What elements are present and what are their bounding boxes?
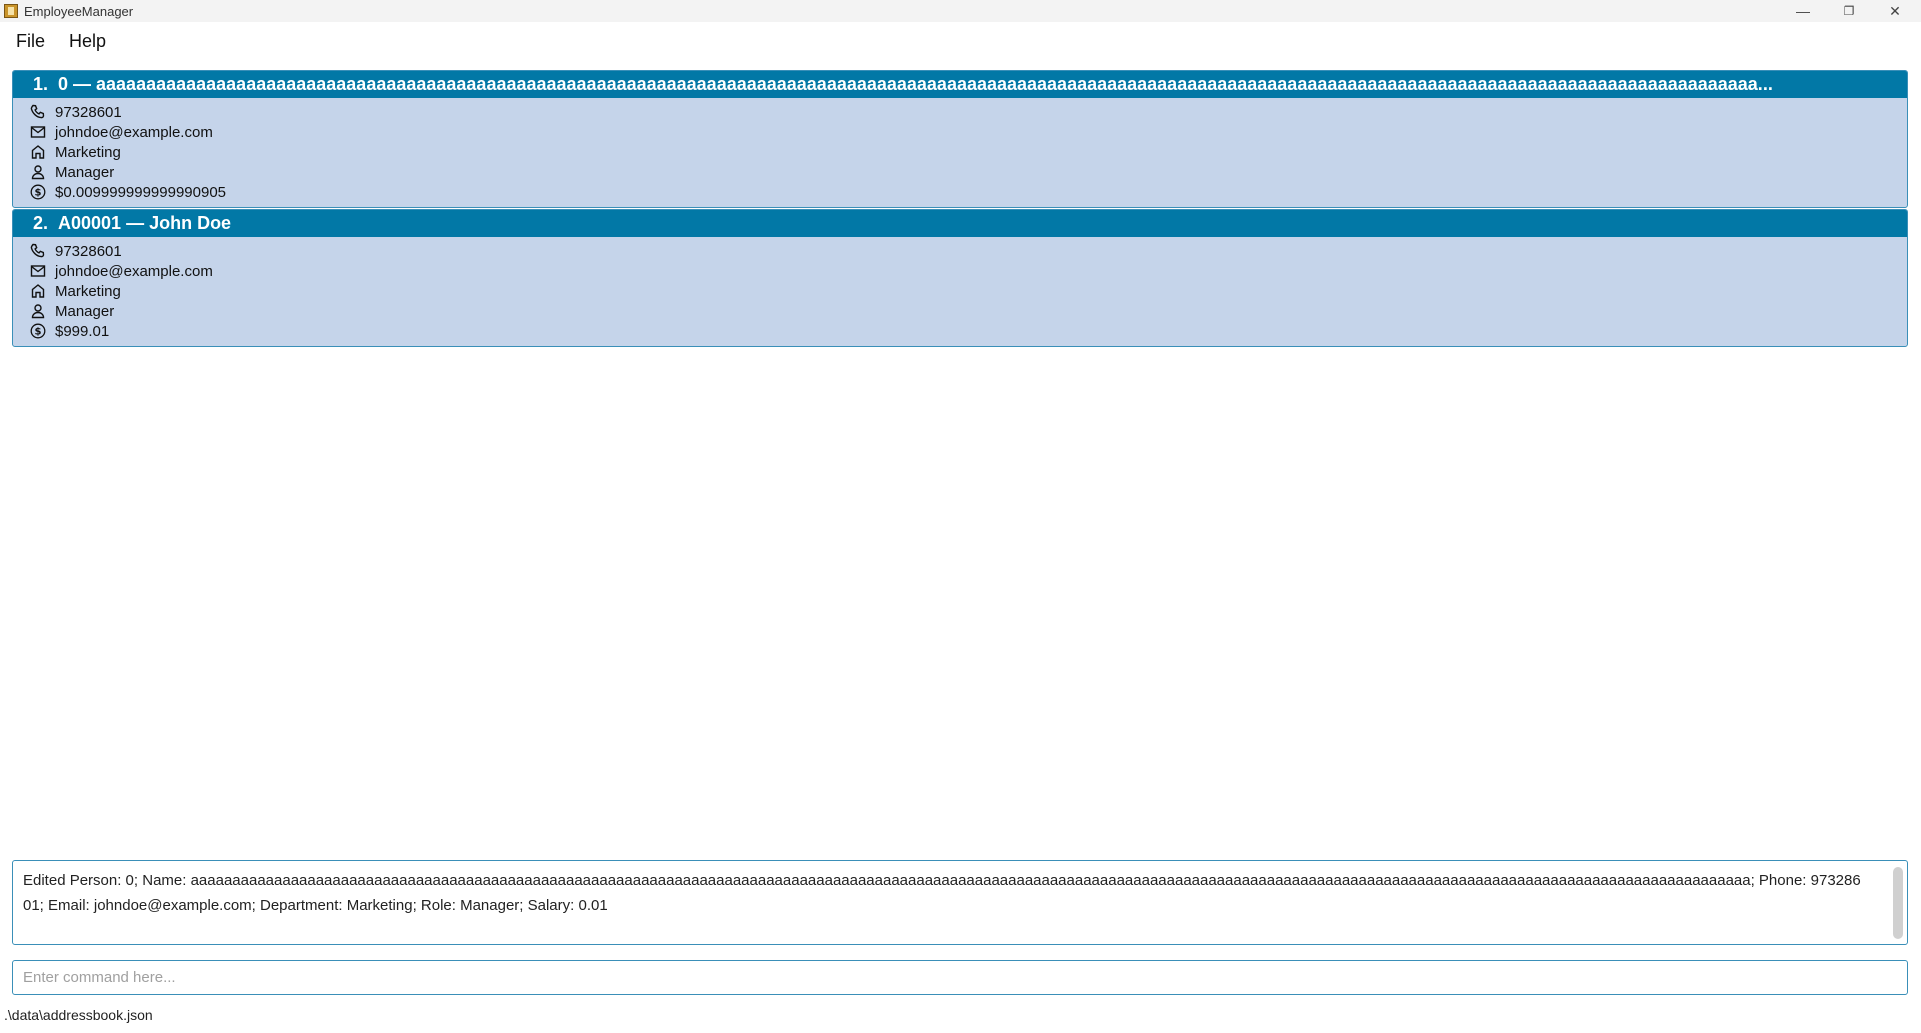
- employee-index: 2.: [33, 213, 49, 233]
- maximize-button[interactable]: ❐: [1826, 0, 1872, 22]
- employee-phone: 97328601: [13, 102, 1907, 122]
- salary-value: $0.009999999999990905: [55, 183, 227, 201]
- result-scrollbar[interactable]: [1893, 867, 1903, 939]
- employee-email: johndoe@example.com: [13, 122, 1907, 142]
- maximize-icon: ❐: [1843, 4, 1855, 18]
- svg-text:$: $: [35, 327, 42, 338]
- mail-icon: [29, 262, 47, 280]
- menu-file[interactable]: File: [14, 31, 47, 52]
- app-icon: [4, 4, 18, 18]
- phone-icon: [29, 242, 47, 260]
- employee-card[interactable]: 2. A00001 — John Doe 97328601 johndoe@ex…: [12, 209, 1908, 347]
- phone-icon: [29, 103, 47, 121]
- minimize-button[interactable]: —: [1780, 0, 1826, 22]
- menu-bar: File Help: [0, 22, 1921, 60]
- department-value: Marketing: [55, 282, 121, 300]
- phone-value: 97328601: [55, 242, 122, 260]
- command-input[interactable]: [12, 960, 1908, 995]
- employee-salary: $ $999.01: [13, 321, 1907, 341]
- home-icon: [29, 282, 47, 300]
- email-value: johndoe@example.com: [55, 262, 213, 280]
- employee-index: 1.: [33, 74, 49, 94]
- role-value: Manager: [55, 302, 115, 320]
- window-title: EmployeeManager: [24, 3, 134, 19]
- department-value: Marketing: [55, 143, 121, 161]
- salary-value: $999.01: [55, 322, 110, 340]
- employee-id-name: 0 — aaaaaaaaaaaaaaaaaaaaaaaaaaaaaaaaaaaa…: [58, 74, 1773, 94]
- employee-card-header: 2. A00001 — John Doe: [13, 210, 1907, 237]
- menu-help[interactable]: Help: [67, 31, 108, 52]
- employee-role: Manager: [13, 301, 1907, 321]
- role-value: Manager: [55, 163, 115, 181]
- employee-department: Marketing: [13, 281, 1907, 301]
- home-icon: [29, 143, 47, 161]
- employee-phone: 97328601: [13, 241, 1907, 261]
- minimize-icon: —: [1796, 3, 1810, 19]
- person-icon: [29, 163, 47, 181]
- dollar-icon: $: [29, 183, 47, 201]
- employee-salary: $ $0.009999999999990905: [13, 182, 1907, 202]
- close-icon: ✕: [1889, 2, 1901, 19]
- email-value: johndoe@example.com: [55, 123, 213, 141]
- employee-department: Marketing: [13, 142, 1907, 162]
- employee-card-header: 1. 0 — aaaaaaaaaaaaaaaaaaaaaaaaaaaaaaaaa…: [13, 71, 1907, 98]
- employee-email: johndoe@example.com: [13, 261, 1907, 281]
- person-icon: [29, 302, 47, 320]
- result-text: Edited Person: 0; Name: aaaaaaaaaaaaaaaa…: [23, 872, 1861, 914]
- result-display[interactable]: Edited Person: 0; Name: aaaaaaaaaaaaaaaa…: [12, 860, 1908, 945]
- status-bar-file-path: .\data\addressbook.json: [4, 1007, 153, 1023]
- employee-role: Manager: [13, 162, 1907, 182]
- employee-list[interactable]: 1. 0 — aaaaaaaaaaaaaaaaaaaaaaaaaaaaaaaaa…: [12, 70, 1908, 347]
- employee-card[interactable]: 1. 0 — aaaaaaaaaaaaaaaaaaaaaaaaaaaaaaaaa…: [12, 70, 1908, 208]
- close-button[interactable]: ✕: [1872, 0, 1918, 22]
- title-bar: EmployeeManager — ❐ ✕: [0, 0, 1921, 22]
- mail-icon: [29, 123, 47, 141]
- employee-id-name: A00001 — John Doe: [58, 213, 232, 233]
- phone-value: 97328601: [55, 103, 122, 121]
- svg-text:$: $: [35, 188, 42, 199]
- dollar-icon: $: [29, 322, 47, 340]
